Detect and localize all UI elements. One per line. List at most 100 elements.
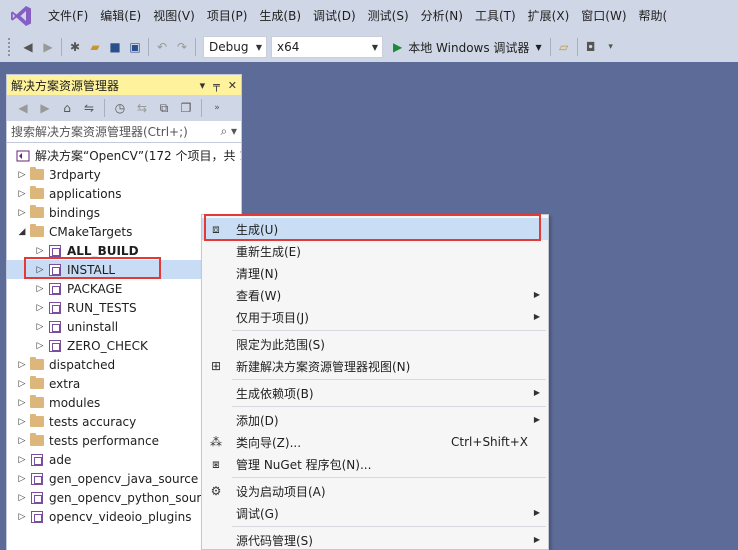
context-menu-label: 生成依赖项(B) (236, 386, 314, 401)
solution-explorer-titlebar[interactable]: 解决方案资源管理器 ▾ ╤ ✕ (7, 75, 241, 95)
menu-item-6[interactable]: 测试(S) (362, 0, 415, 32)
expand-chevron-icon[interactable]: ▷ (33, 303, 47, 313)
menu-item-8[interactable]: 工具(T) (469, 0, 522, 32)
context-menu-label: 清理(N) (236, 266, 279, 281)
expand-chevron-icon[interactable]: ▷ (15, 493, 29, 503)
platform-dropdown[interactable]: x64 ▼ (271, 36, 383, 58)
save-all-icon[interactable]: ▣ (125, 37, 145, 57)
context-menu-item-6[interactable]: 限定为此范围(S) (202, 333, 548, 355)
project-label: ALL_BUILD (67, 243, 139, 258)
camera-icon[interactable]: ◘ (581, 37, 601, 57)
standard-toolbar: ◀ ▶ ✱ ▰ ■ ▣ ↶ ↷ Debug ▼ x64 ▼ ▶ 本地 Windo… (0, 32, 738, 62)
toolbar-overflow-icon[interactable]: ▾ (601, 37, 621, 57)
navigate-forward-icon[interactable]: ▶ (38, 37, 58, 57)
expand-chevron-icon[interactable]: ▷ (15, 379, 29, 389)
expand-chevron-icon[interactable]: ▷ (15, 474, 29, 484)
toolbar-grip[interactable] (8, 38, 12, 56)
solution-label: 解决方案“OpenCV”(172 个项目，共 1 (35, 149, 241, 163)
toolbar-separator (201, 99, 202, 117)
context-menu-item-4[interactable]: 仅用于项目(J) ▶ (202, 306, 548, 328)
context-menu-item-0[interactable]: ⧈ 生成(U) (202, 218, 548, 240)
tree-row-solution[interactable]: 解决方案“OpenCV”(172 个项目，共 1 (7, 146, 241, 165)
visual-studio-logo-icon[interactable] (0, 0, 42, 32)
expand-chevron-icon[interactable]: ▷ (15, 189, 29, 199)
search-icon[interactable]: ⌕ ▾ (220, 124, 237, 139)
context-menu-item-12[interactable]: ⁂ 类向导(Z)... Ctrl+Shift+X (202, 431, 548, 453)
context-menu-item-16[interactable]: 调试(G) ▶ (202, 502, 548, 524)
context-menu-label: 类向导(Z)... (236, 435, 302, 450)
solution-search-input[interactable]: 搜索解决方案资源管理器(Ctrl+;) ⌕ ▾ (7, 121, 241, 143)
show-all-files-icon[interactable]: ❐ (176, 98, 196, 118)
project-icon (29, 472, 45, 486)
collapse-all-icon[interactable]: ⧉ (154, 98, 174, 118)
expanded-chevron-icon[interactable]: ◢ (15, 227, 29, 237)
context-menu-item-15[interactable]: ⚙ 设为启动项目(A) (202, 480, 548, 502)
navigate-back-icon[interactable]: ◀ (18, 37, 38, 57)
context-menu-item-3[interactable]: 查看(W) ▶ (202, 284, 548, 306)
toolbar-overflow-icon[interactable]: » (207, 98, 227, 118)
context-menu-label: 设为启动项目(A) (236, 484, 326, 499)
save-icon[interactable]: ■ (105, 37, 125, 57)
undo-icon[interactable]: ↶ (152, 37, 172, 57)
folder-icon (29, 433, 45, 448)
pending-changes-filter-icon[interactable]: ◷ (110, 98, 130, 118)
toolbar-separator (576, 38, 578, 56)
menu-item-7[interactable]: 分析(N) (415, 0, 469, 32)
home-icon[interactable]: ⌂ (57, 98, 77, 118)
context-menu-item-18[interactable]: 源代码管理(S) ▶ (202, 529, 548, 550)
toolbar-separator (148, 38, 149, 56)
expand-chevron-icon[interactable]: ▷ (15, 360, 29, 370)
menu-item-2[interactable]: 视图(V) (147, 0, 201, 32)
expand-chevron-icon[interactable]: ▷ (15, 208, 29, 218)
expand-chevron-icon[interactable]: ▷ (33, 341, 47, 351)
redo-icon[interactable]: ↷ (172, 37, 192, 57)
tree-row-folder-applications[interactable]: ▷ applications (7, 184, 241, 203)
menu-item-9[interactable]: 扩展(X) (522, 0, 576, 32)
expand-chevron-icon[interactable]: ▷ (15, 170, 29, 180)
project-label: INSTALL (67, 262, 116, 277)
expand-chevron-icon[interactable]: ▷ (33, 246, 47, 256)
expand-chevron-icon[interactable]: ▷ (33, 284, 47, 294)
context-menu-label: 调试(G) (236, 506, 279, 521)
context-menu-item-9[interactable]: 生成依赖项(B) ▶ (202, 382, 548, 404)
solution-explorer-toolbar: ◀ ▶ ⌂ ⇋ ◷ ⇆ ⧉ ❐ » (7, 95, 241, 121)
context-menu-item-11[interactable]: 添加(D) ▶ (202, 409, 548, 431)
open-file-icon[interactable]: ▰ (85, 37, 105, 57)
close-icon[interactable]: ✕ (228, 79, 237, 92)
expand-chevron-icon[interactable]: ▷ (15, 512, 29, 522)
submenu-arrow-icon: ▶ (533, 535, 540, 544)
expand-chevron-icon[interactable]: ▷ (15, 455, 29, 465)
menu-item-0[interactable]: 文件(F) (42, 0, 94, 32)
sync-with-document-icon[interactable]: ⇆ (132, 98, 152, 118)
pin-icon[interactable]: ╤ (213, 79, 220, 92)
forward-icon[interactable]: ▶ (35, 98, 55, 118)
expand-chevron-icon[interactable]: ▷ (15, 436, 29, 446)
class-wizard-icon: ⁂ (210, 435, 222, 449)
menu-item-1[interactable]: 编辑(E) (94, 0, 147, 32)
menu-item-11[interactable]: 帮助( (633, 0, 674, 32)
expand-chevron-icon[interactable]: ▷ (33, 322, 47, 332)
context-menu-item-13[interactable]: ⧆ 管理 NuGet 程序包(N)... (202, 453, 548, 475)
project-icon (47, 320, 63, 334)
configuration-dropdown[interactable]: Debug ▼ (203, 36, 267, 58)
menu-item-4[interactable]: 生成(B) (253, 0, 307, 32)
context-menu-item-2[interactable]: 清理(N) (202, 262, 548, 284)
context-menu-item-1[interactable]: 重新生成(E) (202, 240, 548, 262)
expand-chevron-icon[interactable]: ▷ (33, 265, 47, 275)
tree-row-folder-3rdparty[interactable]: ▷ 3rdparty (7, 165, 241, 184)
start-debugging-button[interactable]: ▶ 本地 Windows 调试器 ▼ (393, 39, 542, 56)
back-icon[interactable]: ◀ (13, 98, 33, 118)
expand-chevron-icon[interactable]: ▷ (15, 417, 29, 427)
menu-item-3[interactable]: 项目(P) (201, 0, 254, 32)
menu-item-10[interactable]: 窗口(W) (575, 0, 632, 32)
window-position-dropdown-icon[interactable]: ▾ (200, 79, 206, 92)
browse-folder-icon[interactable]: ▱ (554, 37, 574, 57)
project-icon (29, 453, 45, 467)
folder-open-icon (29, 224, 45, 239)
expand-chevron-icon[interactable]: ▷ (15, 398, 29, 408)
menu-item-5[interactable]: 调试(D) (307, 0, 362, 32)
new-project-icon[interactable]: ✱ (65, 37, 85, 57)
context-menu-item-7[interactable]: ⊞ 新建解决方案资源管理器视图(N) (202, 355, 548, 377)
folder-icon (29, 376, 45, 391)
switch-views-icon[interactable]: ⇋ (79, 98, 99, 118)
